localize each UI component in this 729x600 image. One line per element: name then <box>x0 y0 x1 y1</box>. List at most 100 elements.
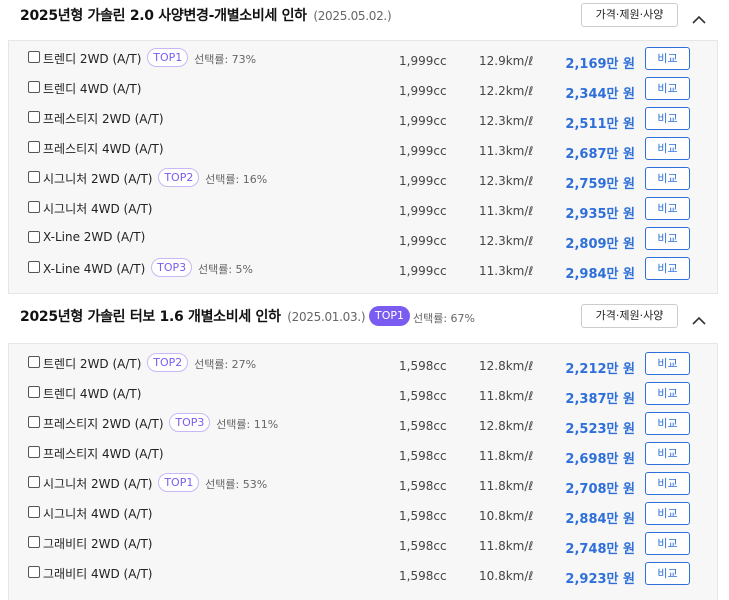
rank-tag: TOP3 <box>151 258 193 277</box>
rank-tag: TOP1 <box>158 473 200 492</box>
trim-checkbox[interactable] <box>28 476 40 488</box>
compare-button[interactable]: 비교 <box>645 227 690 250</box>
compare-button[interactable]: 비교 <box>645 442 690 465</box>
compare-button[interactable]: 비교 <box>645 472 690 495</box>
compare-button[interactable]: 비교 <box>645 257 690 280</box>
fuel-efficiency: 12.3km/ℓ <box>479 234 534 248</box>
section-header: 2025년형 가솔린 터보 1.6 개별소비세 인하 (2025.01.03.)… <box>0 301 729 331</box>
trim-checkbox[interactable] <box>28 201 40 213</box>
trim-section-2: 2025년형 가솔린 터보 1.6 개별소비세 인하 (2025.01.03.)… <box>0 301 729 600</box>
trim-checkbox[interactable] <box>28 141 40 153</box>
trim-name: 프레스티지 4WD (A/T) <box>43 447 164 461</box>
trim-name: 그래비티 2WD (A/T) <box>43 537 153 551</box>
section-date: (2025.01.03.) <box>287 310 366 324</box>
trim-row: 그래비티 2WD (A/T) 1,598cc 11.8km/ℓ 2,748만 원… <box>9 529 717 559</box>
fuel-efficiency: 12.3km/ℓ <box>479 114 534 128</box>
fuel-efficiency: 12.8km/ℓ <box>479 359 534 373</box>
trim-checkbox[interactable] <box>28 446 40 458</box>
price: 2,523만 원 <box>565 422 635 437</box>
selection-rate: 선택률: 27% <box>194 358 257 371</box>
fuel-efficiency: 12.2km/ℓ <box>479 84 534 98</box>
rank-tag: TOP2 <box>158 168 200 187</box>
trim-name: 트렌디 2WD (A/T) <box>43 52 142 66</box>
trim-row: 그래비티 4WD (A/T) 1,598cc 10.8km/ℓ 2,923만 원… <box>9 559 717 589</box>
trim-checkbox[interactable] <box>28 81 40 93</box>
displacement: 1,999cc <box>399 144 447 158</box>
trim-checkbox[interactable] <box>28 536 40 548</box>
trim-checkbox[interactable] <box>28 111 40 123</box>
displacement: 1,598cc <box>399 389 447 403</box>
selection-rate: 선택률: 5% <box>197 263 253 276</box>
section-date: (2025.05.02.) <box>313 9 392 23</box>
compare-button[interactable]: 비교 <box>645 137 690 160</box>
price: 2,809만 원 <box>565 237 635 252</box>
price-spec-button[interactable]: 가격·제원·사양 <box>581 3 678 27</box>
displacement: 1,999cc <box>399 174 447 188</box>
fuel-efficiency: 11.8km/ℓ <box>479 539 534 553</box>
trim-row: 프레스티지 4WD (A/T) 1,598cc 11.8km/ℓ 2,698만 … <box>9 439 717 469</box>
fuel-efficiency: 11.8km/ℓ <box>479 449 534 463</box>
trim-checkbox[interactable] <box>28 261 40 273</box>
trim-name: X-Line 4WD (A/T) <box>43 262 146 276</box>
trim-name: 트렌디 2WD (A/T) <box>43 357 142 371</box>
compare-button[interactable]: 비교 <box>645 382 690 405</box>
trim-row: 프레스티지 2WD (A/T) 1,999cc 12.3km/ℓ 2,511만 … <box>9 104 717 134</box>
selection-rate: 선택률: 53% <box>205 478 268 491</box>
trim-name: X-Line 2WD (A/T) <box>43 230 146 244</box>
trim-row: X-Line 4WD (A/T) TOP3 선택률: 5% 1,999cc 11… <box>9 254 717 284</box>
trim-name: 트렌디 4WD (A/T) <box>43 82 142 96</box>
compare-button[interactable]: 비교 <box>645 562 690 585</box>
trim-checkbox[interactable] <box>28 171 40 183</box>
trim-checkbox[interactable] <box>28 416 40 428</box>
trim-checkbox[interactable] <box>28 566 40 578</box>
selection-rate: 선택률: 16% <box>205 173 268 186</box>
chevron-up-icon[interactable] <box>692 10 706 24</box>
rank-tag: TOP3 <box>169 413 211 432</box>
price: 2,344만 원 <box>565 87 635 102</box>
compare-button[interactable]: 비교 <box>645 502 690 525</box>
section-title: 2025년형 가솔린 터보 1.6 개별소비세 인하 (2025.01.03.) <box>20 309 366 325</box>
price-spec-button[interactable]: 가격·제원·사양 <box>581 304 678 328</box>
compare-button[interactable]: 비교 <box>645 352 690 375</box>
price: 2,759만 원 <box>565 177 635 192</box>
price: 2,169만 원 <box>565 57 635 72</box>
displacement: 1,999cc <box>399 84 447 98</box>
rank-tag: TOP1 <box>147 48 189 67</box>
compare-button[interactable]: 비교 <box>645 77 690 100</box>
compare-button[interactable]: 비교 <box>645 167 690 190</box>
trim-name: 시그니처 4WD (A/T) <box>43 507 153 521</box>
trim-row: 트렌디 4WD (A/T) 1,999cc 12.2km/ℓ 2,344만 원 … <box>9 74 717 104</box>
chevron-up-icon[interactable] <box>692 311 706 325</box>
trim-row: X-Line 2WD (A/T) 1,999cc 12.3km/ℓ 2,809만… <box>9 224 717 254</box>
compare-button[interactable]: 비교 <box>645 532 690 555</box>
section-title: 2025년형 가솔린 2.0 사양변경-개별소비세 인하 (2025.05.02… <box>20 8 392 24</box>
price: 2,708만 원 <box>565 482 635 497</box>
trim-row: 트렌디 2WD (A/T) TOP2 선택률: 27% 1,598cc 12.8… <box>9 349 717 379</box>
displacement: 1,999cc <box>399 54 447 68</box>
compare-button[interactable]: 비교 <box>645 107 690 130</box>
fuel-efficiency: 11.3km/ℓ <box>479 264 534 278</box>
trim-row: 프레스티지 4WD (A/T) 1,999cc 11.3km/ℓ 2,687만 … <box>9 134 717 164</box>
compare-button[interactable]: 비교 <box>645 197 690 220</box>
trim-checkbox[interactable] <box>28 356 40 368</box>
price: 2,984만 원 <box>565 267 635 282</box>
displacement: 1,999cc <box>399 234 447 248</box>
trim-checkbox[interactable] <box>28 506 40 518</box>
trim-checkbox[interactable] <box>28 51 40 63</box>
fuel-efficiency: 12.8km/ℓ <box>479 419 534 433</box>
displacement: 1,999cc <box>399 204 447 218</box>
compare-button[interactable]: 비교 <box>645 412 690 435</box>
fuel-efficiency: 11.8km/ℓ <box>479 389 534 403</box>
trim-checkbox[interactable] <box>28 231 40 243</box>
trim-section-1: 2025년형 가솔린 2.0 사양변경-개별소비세 인하 (2025.05.02… <box>0 0 729 294</box>
price: 2,698만 원 <box>565 452 635 467</box>
trim-name: 프레스티지 2WD (A/T) <box>43 112 164 126</box>
fuel-efficiency: 11.8km/ℓ <box>479 479 534 493</box>
trim-name: 시그니처 2WD (A/T) <box>43 477 153 491</box>
compare-button[interactable]: 비교 <box>645 47 690 70</box>
fuel-efficiency: 12.9km/ℓ <box>479 54 534 68</box>
displacement: 1,598cc <box>399 479 447 493</box>
trim-row: 트렌디 4WD (A/T) 1,598cc 11.8km/ℓ 2,387만 원 … <box>9 379 717 409</box>
price: 2,212만 원 <box>565 362 635 377</box>
trim-checkbox[interactable] <box>28 386 40 398</box>
